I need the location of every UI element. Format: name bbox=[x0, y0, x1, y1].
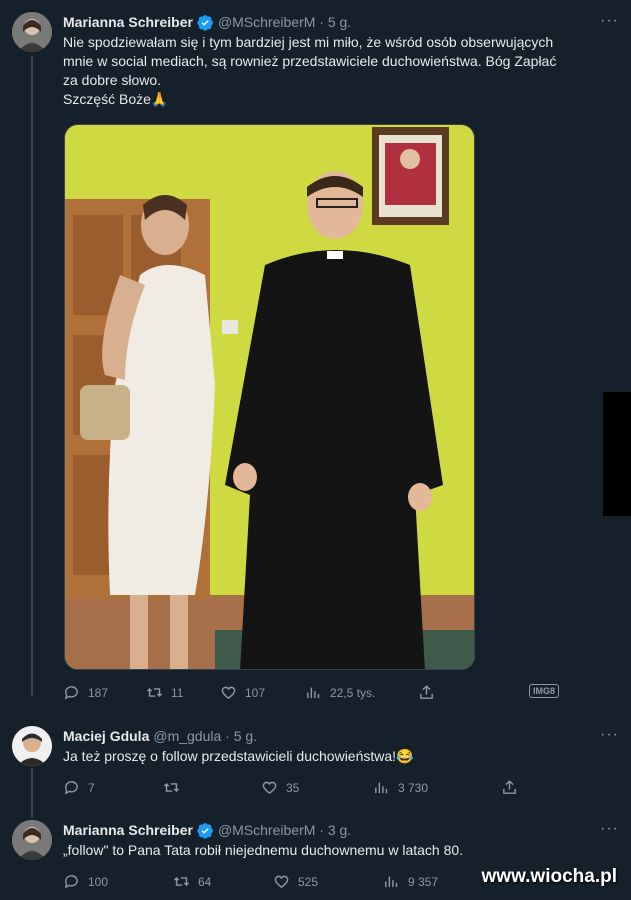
heart-icon bbox=[274, 875, 289, 889]
tweet-actions: 7 35 3 730 bbox=[63, 779, 533, 799]
reply-icon bbox=[64, 686, 78, 700]
tweet-text: Ja też proszę o follow przedstawicieli d… bbox=[63, 747, 613, 766]
reply-button[interactable]: 7 bbox=[63, 779, 95, 796]
more-options-icon[interactable]: ··· bbox=[600, 726, 619, 744]
author-handle[interactable]: @MSchreiberM · 5 g. bbox=[218, 14, 351, 30]
tweet-text: „follow" to Pana Tata robił niejednemu d… bbox=[63, 841, 613, 860]
author-name[interactable]: Marianna Schreiber bbox=[63, 822, 193, 838]
share-button[interactable] bbox=[418, 684, 443, 701]
more-options-icon[interactable]: ··· bbox=[600, 820, 619, 838]
like-count: 35 bbox=[286, 780, 300, 795]
avatar[interactable] bbox=[12, 12, 52, 52]
author-name[interactable]: Maciej Gdula bbox=[63, 728, 149, 744]
share-icon bbox=[420, 685, 433, 699]
avatar[interactable] bbox=[12, 726, 52, 766]
views-button[interactable]: 3 730 bbox=[373, 779, 428, 796]
reply-icon bbox=[64, 875, 78, 889]
tweet-text-line: Nie spodziewałam się i tym bardziej jest… bbox=[63, 34, 554, 50]
more-options-icon[interactable]: ··· bbox=[600, 12, 619, 30]
author-handle[interactable]: @m_gdula · 5 g. bbox=[153, 728, 257, 744]
views-button[interactable]: 9 357 bbox=[383, 873, 438, 890]
tweet-text-line: „follow" to Pana Tata robił niejednemu d… bbox=[63, 842, 464, 858]
like-button[interactable]: 107 bbox=[220, 684, 265, 701]
views-count: 3 730 bbox=[398, 780, 429, 795]
tweet-actions: 187 11 107 22,5 tys. IMG8 bbox=[63, 684, 560, 704]
like-button[interactable]: 35 bbox=[261, 779, 299, 796]
author-handle[interactable]: @MSchreiberM · 3 g. bbox=[218, 822, 351, 838]
heart-icon bbox=[262, 781, 277, 795]
tweet-header: Marianna Schreiber @MSchreiberM · 3 g. bbox=[63, 820, 351, 840]
retweet-button[interactable]: 11 bbox=[146, 684, 183, 701]
views-button[interactable]: 22,5 tys. bbox=[305, 684, 375, 701]
like-count: 525 bbox=[298, 874, 319, 889]
verified-badge-icon bbox=[197, 822, 213, 839]
views-icon bbox=[375, 782, 388, 794]
reply-icon bbox=[64, 781, 78, 795]
thread-line bbox=[31, 56, 33, 696]
tweet-text: Nie spodziewałam się i tym bardziej jest… bbox=[63, 33, 613, 109]
tweet-header: Maciej Gdula @m_gdula · 5 g. bbox=[63, 726, 257, 746]
retweet-count: 11 bbox=[171, 685, 184, 700]
tweet-actions: 100 64 525 9 357 bbox=[63, 873, 533, 893]
retweet-count: 64 bbox=[198, 874, 212, 889]
tweet-text-line: Szczęść Boże🙏 bbox=[63, 91, 169, 107]
retweet-icon bbox=[146, 687, 163, 698]
reply-count: 187 bbox=[88, 685, 109, 700]
reply-button[interactable]: 187 bbox=[63, 684, 108, 701]
views-count: 9 357 bbox=[408, 874, 439, 889]
share-button[interactable] bbox=[501, 779, 526, 796]
retweet-button[interactable]: 64 bbox=[173, 873, 211, 890]
retweet-icon bbox=[173, 876, 190, 887]
share-icon bbox=[503, 780, 516, 794]
verified-badge-icon bbox=[197, 14, 213, 31]
tweet-photo[interactable] bbox=[64, 124, 475, 670]
tweet-text-line: Ja też proszę o follow przedstawicieli d… bbox=[63, 748, 414, 764]
retweet-button[interactable] bbox=[163, 779, 188, 796]
avatar[interactable] bbox=[12, 820, 52, 860]
views-icon bbox=[307, 687, 320, 699]
reply-button[interactable]: 100 bbox=[63, 873, 108, 890]
heart-icon bbox=[221, 686, 236, 700]
reply-count: 7 bbox=[88, 780, 95, 795]
tweet-text-line: mnie w social mediach, są rownież przeds… bbox=[63, 53, 557, 69]
author-name[interactable]: Marianna Schreiber bbox=[63, 14, 193, 30]
side-scroll-handle[interactable] bbox=[603, 392, 631, 516]
views-count: 22,5 tys. bbox=[330, 685, 376, 700]
like-button[interactable]: 525 bbox=[273, 873, 318, 890]
tweet-text-line: za dobre słowo. bbox=[63, 72, 162, 88]
views-icon bbox=[385, 876, 398, 888]
site-watermark: www.wiocha.pl bbox=[481, 866, 617, 887]
like-count: 107 bbox=[245, 685, 266, 700]
retweet-icon bbox=[163, 782, 180, 793]
thread-line bbox=[31, 768, 33, 818]
tweet-header: Marianna Schreiber @MSchreiberM · 5 g. bbox=[63, 12, 351, 32]
image-badge: IMG8 bbox=[529, 684, 560, 698]
reply-count: 100 bbox=[88, 874, 109, 889]
